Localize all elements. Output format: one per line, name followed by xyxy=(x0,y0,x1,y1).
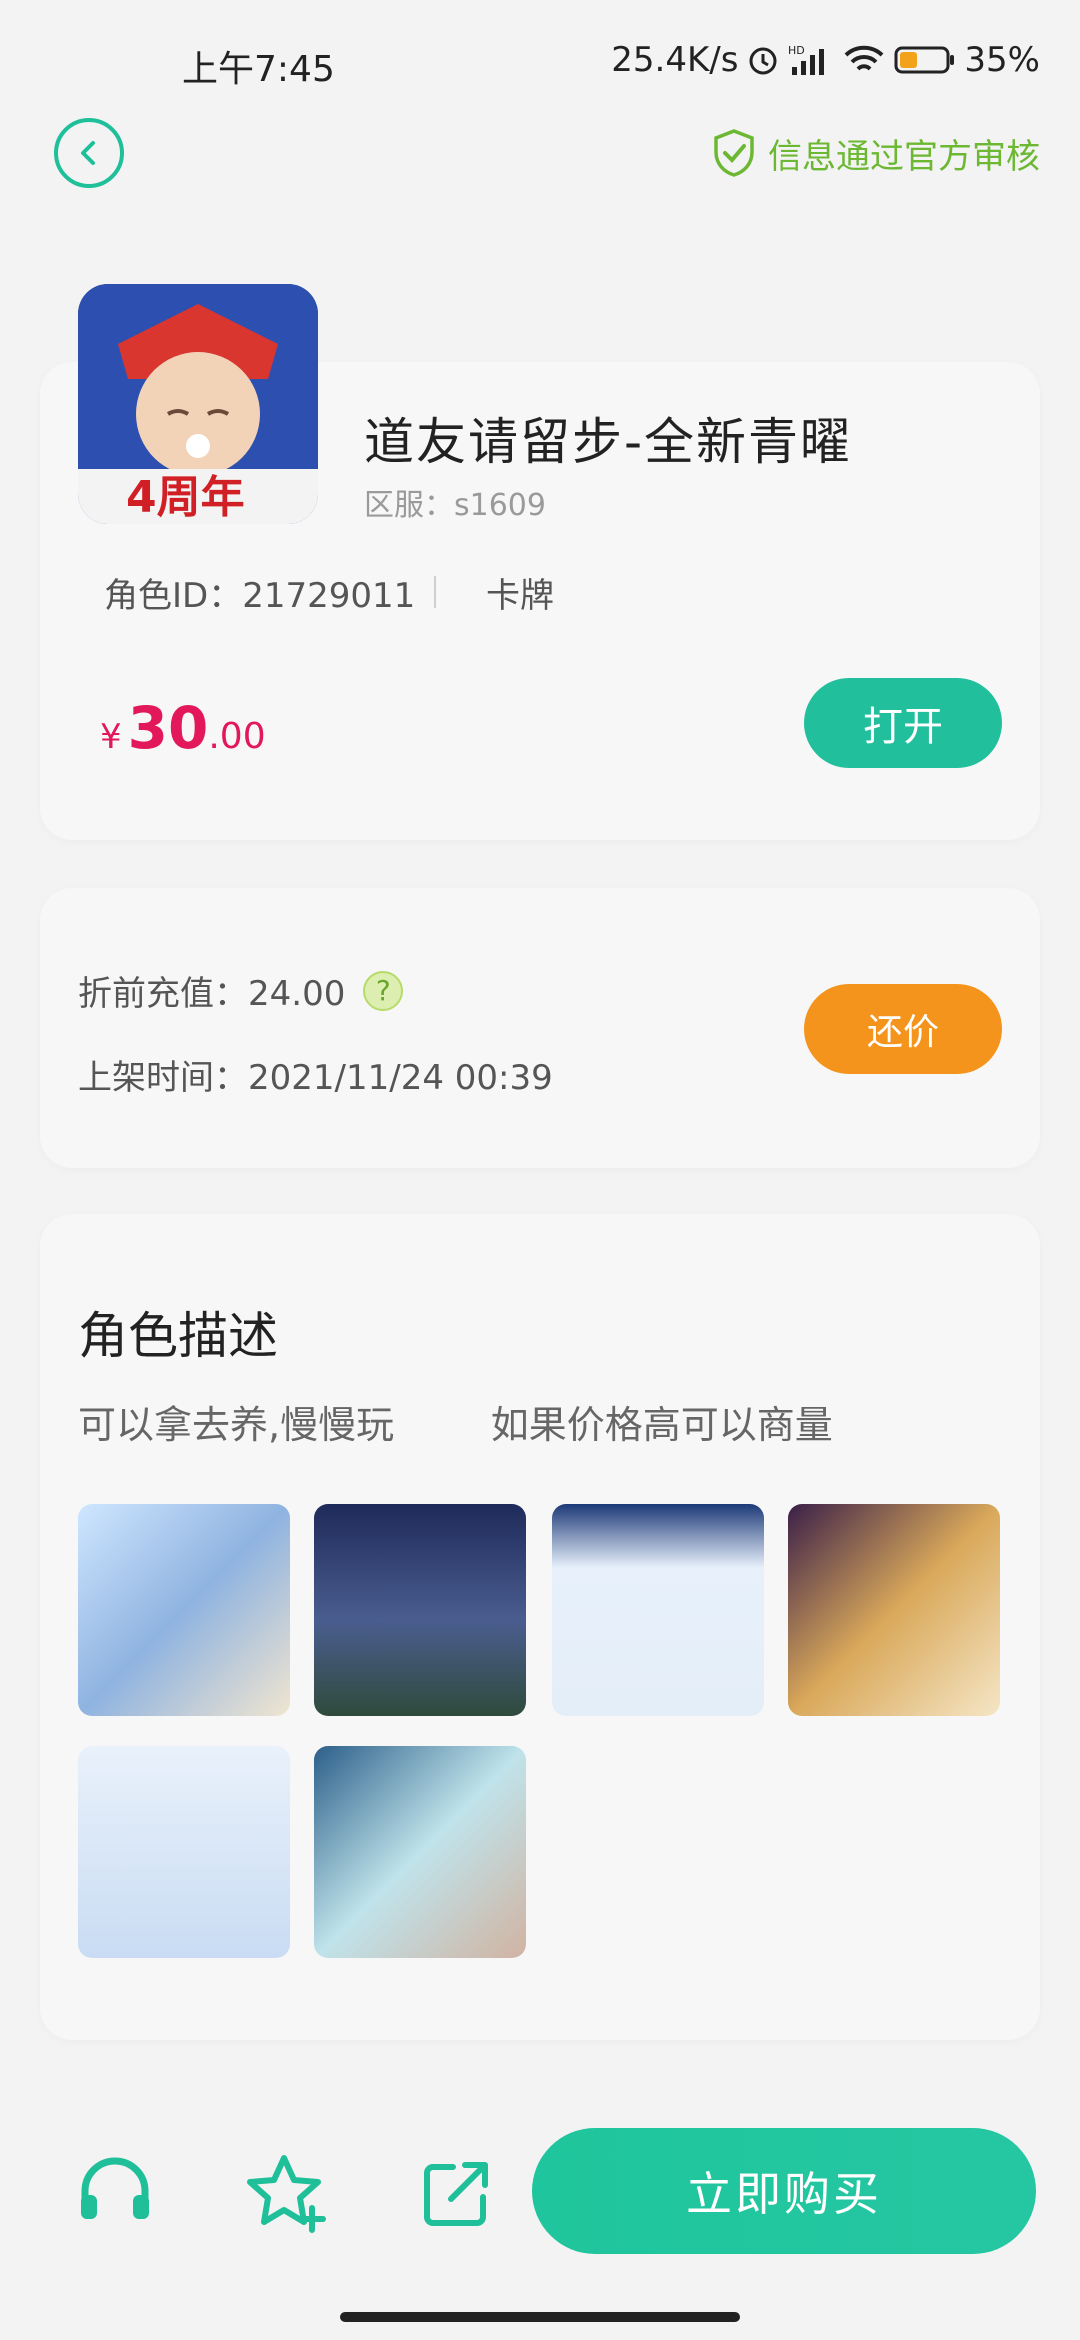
price-decimal: .00 xyxy=(208,716,266,757)
shield-check-icon xyxy=(714,129,754,177)
game-icon-badge: 4周年 xyxy=(126,472,245,523)
alarm-icon xyxy=(749,47,777,75)
role-type: 卡牌 xyxy=(486,576,554,616)
screenshot-thumbnail[interactable] xyxy=(788,1504,1000,1716)
listed-time: 上架时间：2021/11/24 00:39 xyxy=(78,1058,553,1098)
status-bar-right: 25.4K/s HD 35% xyxy=(611,40,1040,80)
battery-percent: 35% xyxy=(964,40,1040,80)
price-currency: ¥ xyxy=(100,717,122,757)
price: ¥ 30 .00 xyxy=(100,694,266,762)
battery-icon xyxy=(894,46,955,74)
customer-service-button[interactable] xyxy=(70,2148,160,2238)
svg-text:HD: HD xyxy=(788,44,805,57)
price-integer: 30 xyxy=(127,694,209,762)
home-indicator[interactable] xyxy=(340,2312,740,2322)
description-title: 角色描述 xyxy=(78,1307,278,1365)
status-time: 上午7:45 xyxy=(182,49,335,90)
buy-now-button[interactable]: 立即购买 xyxy=(532,2128,1036,2254)
network-speed: 25.4K/s xyxy=(611,40,739,80)
description-text: 可以拿去养,慢慢玩 如果价格高可以商量 xyxy=(78,1403,833,1447)
recharge-row: 折前充值：24.00 ? xyxy=(78,966,404,1015)
verified-text: 信息通过官方审核 xyxy=(768,136,1040,177)
game-title: 道友请留步-全新青曜 xyxy=(364,413,853,471)
customer-service-icon xyxy=(81,2157,149,2219)
share-icon xyxy=(424,2162,488,2226)
favorite-button[interactable] xyxy=(244,2148,334,2238)
role-id: 角色ID：21729011 xyxy=(104,576,416,616)
hd-signal-icon: HD xyxy=(788,44,825,75)
back-chevron-icon xyxy=(81,141,95,165)
screenshot-thumbnail[interactable] xyxy=(314,1504,526,1716)
recharge-text: 折前充值：24.00 xyxy=(78,974,346,1014)
divider xyxy=(434,576,436,608)
screenshot-thumbnail[interactable] xyxy=(78,1504,290,1716)
open-button[interactable]: 打开 xyxy=(804,678,1002,768)
back-button[interactable] xyxy=(54,118,124,188)
bargain-button[interactable]: 还价 xyxy=(804,984,1002,1074)
official-verified-badge: 信息通过官方审核 xyxy=(712,128,1040,178)
screenshot-thumbnail[interactable] xyxy=(314,1746,526,1958)
favorite-add-icon xyxy=(247,2155,326,2233)
screenshot-thumbnail[interactable] xyxy=(552,1504,764,1716)
screenshot-thumbnail[interactable] xyxy=(78,1746,290,1958)
share-button[interactable] xyxy=(412,2148,502,2238)
server-label: 区服：s1609 xyxy=(364,488,546,523)
help-icon[interactable]: ? xyxy=(363,970,404,1011)
wifi-icon xyxy=(845,45,884,71)
game-icon: 4周年 xyxy=(78,284,318,524)
